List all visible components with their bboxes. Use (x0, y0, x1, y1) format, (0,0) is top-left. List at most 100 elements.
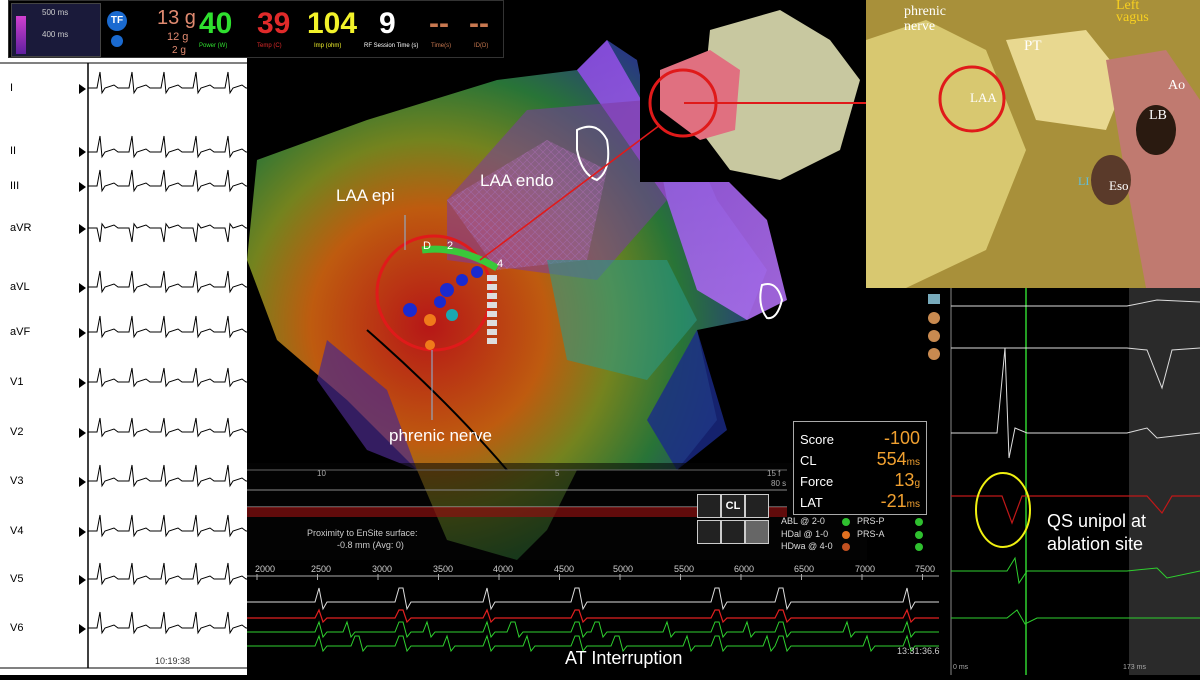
impedance-label: Imp (ohm) (314, 43, 342, 49)
scale-15: 15 f (767, 469, 781, 478)
impedance-value: 104 (307, 7, 358, 40)
anatomy-phrenic-label: phrenic nerve (904, 4, 946, 34)
prs-a-status: PRS-A (857, 529, 885, 539)
score-value: -100 (883, 428, 920, 448)
score-label: Score (800, 432, 834, 447)
toolbar-icon[interactable] (928, 330, 940, 342)
hdal-status-dot (842, 531, 850, 539)
lead-label-v6: V6 (10, 622, 24, 634)
lead-label-iii: III (10, 180, 20, 192)
move-button[interactable] (697, 520, 721, 544)
lead-marker (79, 182, 86, 192)
tick-label: 5000 (613, 564, 634, 574)
anatomy-vagus-label: Left vagus (1116, 0, 1149, 25)
ecg-timestamp: 10:19:38 (155, 656, 191, 666)
contact-force-scale: 500 ms 400 ms (11, 3, 101, 57)
lead-marker (79, 378, 86, 388)
lead-marker (79, 527, 86, 537)
laa-epi-label: LAA epi (336, 186, 395, 205)
minus-icon[interactable] (111, 35, 123, 47)
lat-unit: ms (906, 499, 920, 510)
force-value: 13 (894, 470, 915, 490)
phrenic-nerve-label: phrenic nerve (389, 426, 493, 445)
ecg-trace (88, 71, 247, 95)
hdwa-status-dot (842, 543, 850, 551)
view-toolbar (925, 290, 945, 380)
lead-label-avl: aVL (10, 281, 30, 293)
time-s-value: -- (429, 7, 449, 40)
timeline-title: AT Interruption (565, 648, 683, 668)
toolbar-icon[interactable] (928, 348, 940, 360)
egm-time-end: 173 ms (1123, 664, 1146, 671)
ct-render (648, 10, 860, 180)
force-label: Force (800, 474, 834, 489)
ct-heart-inset (640, 0, 866, 182)
ecg-trace (88, 514, 247, 538)
scale-5: 5 (555, 469, 560, 478)
force-primary: 13 g (157, 7, 196, 29)
mapping-info-box: Score -100 CL 554ms Force 13g LAT -21ms (793, 421, 927, 515)
lead-marker (79, 224, 86, 234)
ecg-trace (88, 464, 247, 488)
tick-label: 7500 (915, 564, 936, 574)
lead-marker (79, 575, 86, 585)
ablation-status-bar: 500 ms 400 ms TF 13 g 12 g 2 g 40 Power … (8, 0, 504, 58)
prs-p-status: PRS-P (857, 516, 885, 526)
hdwa-status: HDwa @ 4-0 (781, 541, 833, 551)
tf-badge-icon[interactable]: TF (107, 11, 127, 31)
ecg-trace (88, 611, 247, 635)
lead-marker (79, 428, 86, 438)
anatomy-eso-label: Eso (1109, 178, 1129, 193)
ecg-trace (88, 270, 247, 294)
rf-time-label: RF Session Time (s) (364, 43, 419, 49)
power-label: Power (W) (199, 43, 228, 49)
proximity-label: Proximity to EnSite surface: (307, 528, 418, 538)
egm-timeline: 2000 2500 3000 3500 4000 4500 5000 5500 … (247, 560, 940, 675)
ecg-trace (88, 222, 247, 243)
lead-marker (79, 328, 86, 338)
anatomy-laa-label: LAA (970, 90, 997, 105)
rf-time-value: 9 (379, 7, 396, 40)
abl-status-dot (842, 518, 850, 526)
temp-label: Temp (C) (257, 43, 282, 49)
qs-unipolar-label: QS unipol at ablation site (1047, 511, 1147, 554)
ecg-trace (88, 135, 247, 159)
lat-label: LAT (800, 495, 823, 510)
toolbar-icon[interactable] (928, 294, 940, 304)
abl-status: ABL @ 2-0 (781, 516, 825, 526)
lat-value-group: -21ms (881, 491, 920, 512)
cl-button[interactable]: CL (721, 494, 745, 518)
signal-button[interactable] (721, 520, 745, 544)
refresh-icon[interactable] (915, 543, 923, 551)
gauge-button[interactable] (745, 494, 769, 518)
prs-p-dot (915, 518, 923, 526)
lead-label-v2: V2 (10, 426, 24, 438)
tick-label: 3000 (372, 564, 393, 574)
tick-label: 3500 (433, 564, 454, 574)
anatomy-pt-label: PT (1024, 38, 1042, 54)
power-value: 40 (199, 7, 233, 40)
cl-unit: ms (906, 457, 920, 468)
tick-label: 5500 (674, 564, 695, 574)
catheter-2-label: 2 (447, 240, 454, 252)
force-secondary: 12 g (167, 31, 189, 43)
tick-label: 6000 (734, 564, 755, 574)
force-unit: g (914, 478, 920, 489)
lead-marker (79, 84, 86, 94)
lead-marker (79, 477, 86, 487)
tool-button-grid: CL (697, 494, 769, 546)
catheter-button[interactable] (745, 520, 769, 544)
lat-value: -21 (880, 491, 907, 511)
tick-label: 7000 (855, 564, 876, 574)
lead-label-ii: II (10, 145, 17, 157)
tick-label: 2000 (255, 564, 276, 574)
lead-label-avf: aVF (10, 326, 31, 338)
lead-label-v1: V1 (10, 376, 24, 388)
ecg-trace (88, 315, 247, 339)
tick-label: 2500 (311, 564, 332, 574)
prs-a-dot (915, 531, 923, 539)
toolbar-icon[interactable] (928, 312, 940, 324)
waveform-button[interactable] (697, 494, 721, 518)
time-s-label: Time(s) (431, 43, 452, 49)
lead-marker (79, 624, 86, 634)
